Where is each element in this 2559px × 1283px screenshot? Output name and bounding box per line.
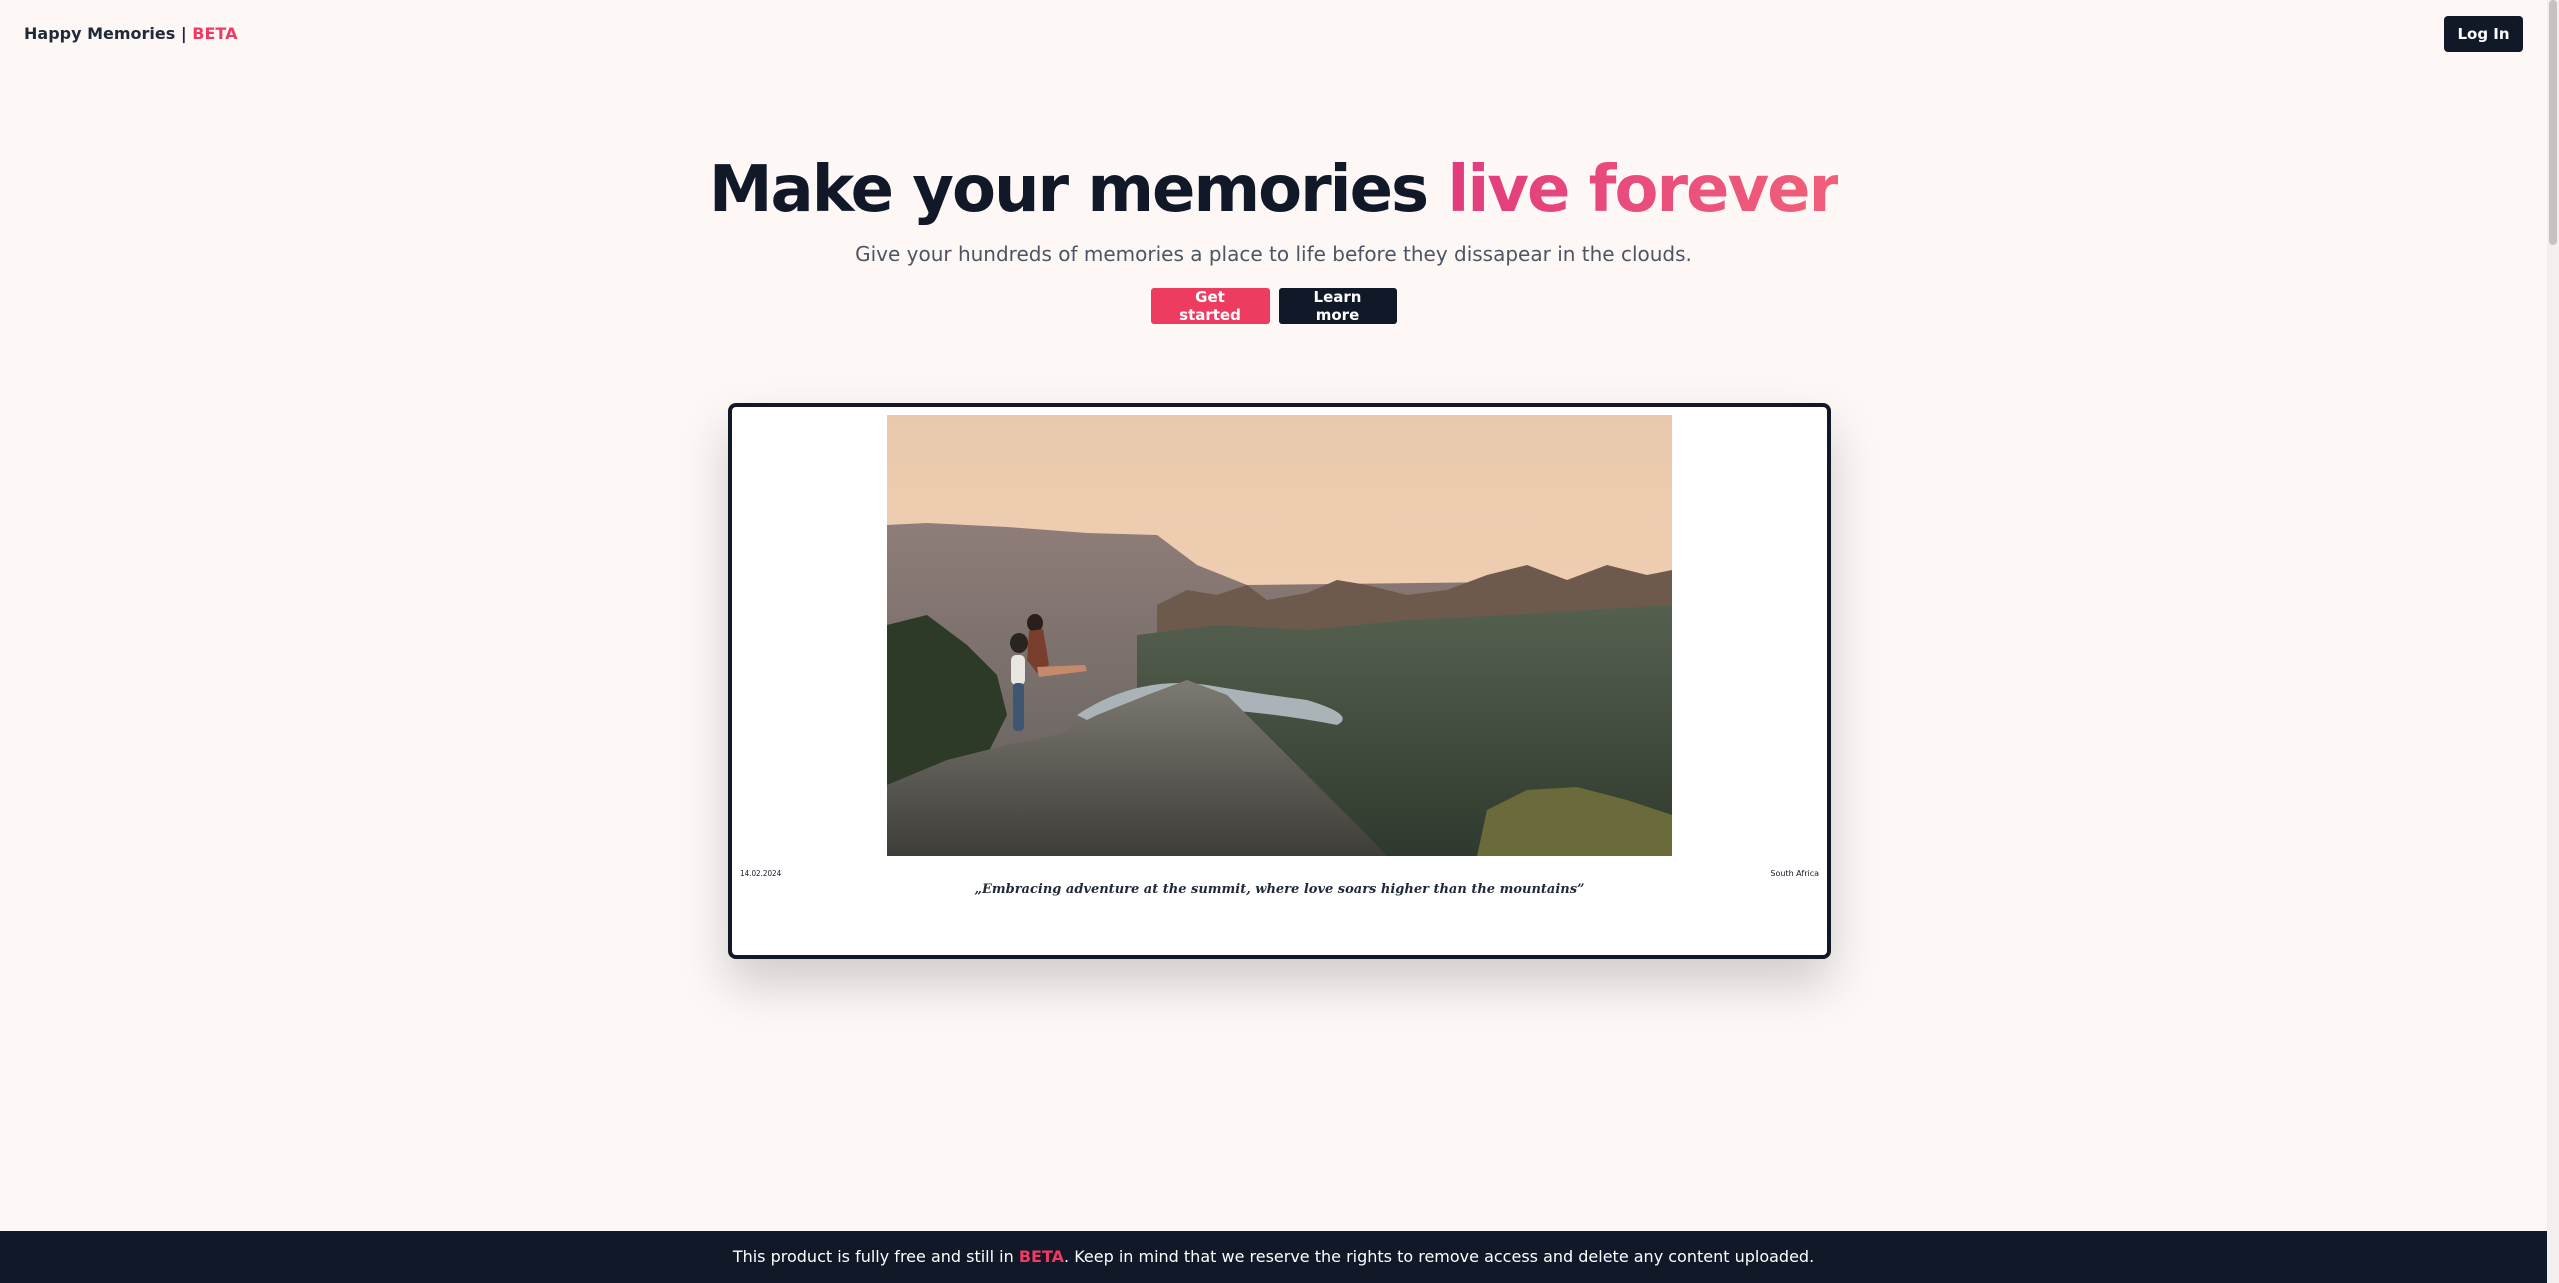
notice-beta-badge: BETA: [1018, 1247, 1065, 1266]
memory-location: South Africa: [1770, 869, 1819, 878]
notice-text-after: . Keep in mind that we reserve the right…: [1064, 1247, 1815, 1266]
footer-scrollbar-track: [2547, 1231, 2559, 1283]
memory-quote: „Embracing adventure at the summit, wher…: [974, 882, 1585, 897]
login-button[interactable]: Log In: [2444, 16, 2523, 52]
notice-text-before: This product is fully free and still in: [732, 1247, 1019, 1266]
hero-section: Make your memories live forever Give you…: [0, 150, 2547, 324]
brand-logo[interactable]: Happy Memories | BETA: [24, 24, 237, 43]
get-started-button[interactable]: Get started: [1150, 288, 1270, 324]
hero-title-main: Make your memories: [708, 153, 1448, 227]
memory-card: 14.02.2024 South Africa „Embracing adven…: [728, 403, 1831, 959]
scrollbar-thumb[interactable]: [2549, 0, 2557, 245]
beta-badge: BETA: [192, 24, 238, 43]
hero-subtitle: Give your hundreds of memories a place t…: [855, 242, 1692, 266]
memory-photo-image: [887, 415, 1672, 856]
brand-name: Happy Memories |: [24, 24, 193, 43]
hero-actions: Get started Learn more: [0, 288, 2547, 324]
learn-more-button[interactable]: Learn more: [1278, 288, 1397, 324]
beta-notice-banner: This product is fully free and still in …: [0, 1231, 2547, 1283]
hero-title: Make your memories live forever: [0, 150, 2547, 230]
page-scrollbar[interactable]: [2547, 0, 2559, 1231]
memory-photo: [887, 415, 1672, 856]
memory-date: 14.02.2024: [740, 869, 782, 878]
top-navbar: Happy Memories | BETA Log In: [0, 0, 2547, 70]
hero-title-accent: live forever: [1447, 153, 1840, 227]
